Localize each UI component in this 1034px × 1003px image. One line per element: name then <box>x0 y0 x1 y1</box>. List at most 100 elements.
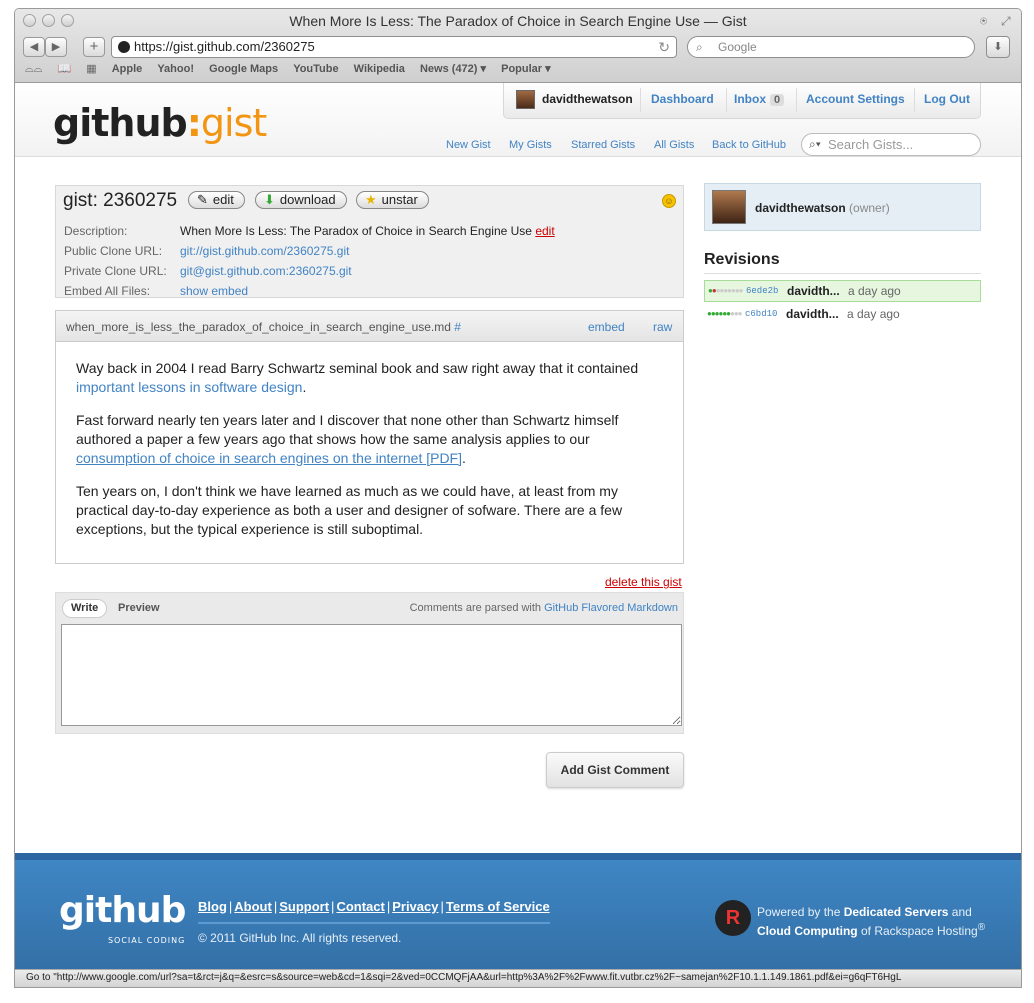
markdown-note: Comments are parsed with GitHub Flavored… <box>410 602 678 614</box>
file-header: when_more_is_less_the_paradox_of_choice_… <box>56 311 683 342</box>
bookmark-yahoo[interactable]: Yahoo! <box>157 63 194 75</box>
site-footer: github SOCIAL CODING Blog | About | Support | C… <box>15 853 1021 969</box>
dashboard-link[interactable]: Dashboard <box>651 92 714 106</box>
bookmark-google-maps[interactable]: Google Maps <box>209 63 278 75</box>
private-clone-label: Private Clone URL: <box>64 264 167 278</box>
public-clone-url[interactable]: git://gist.github.com/2360275.git <box>180 244 349 258</box>
logout-link[interactable]: Log Out <box>924 92 970 106</box>
footer-support-link[interactable]: Support <box>279 899 329 914</box>
bookmark-wikipedia[interactable]: Wikipedia <box>354 63 405 75</box>
file-anchor-link[interactable]: # <box>454 320 461 334</box>
bookmark-popular[interactable]: Popular ▾ <box>501 63 551 75</box>
footer-terms-link[interactable]: Terms of Service <box>446 899 550 914</box>
nav-my-gists[interactable]: My Gists <box>509 139 552 151</box>
powered-bold-2[interactable]: Cloud Computing <box>757 924 858 938</box>
gist-search-placeholder: Search Gists... <box>828 137 914 152</box>
description-edit-link[interactable]: edit <box>535 224 554 238</box>
revision-row[interactable]: ●●●●●●●●● c6bd10 davidth... a day ago <box>704 304 981 326</box>
github-gist-logo[interactable]: github:gist <box>53 101 267 145</box>
footer-privacy-link[interactable]: Privacy <box>392 899 438 914</box>
footer-contact-link[interactable]: Contact <box>336 899 384 914</box>
footer-blog-link[interactable]: Blog <box>198 899 227 914</box>
owner-role: (owner) <box>849 201 890 215</box>
github-footer-logo[interactable]: github SOCIAL CODING <box>59 893 186 958</box>
add-comment-button[interactable]: Add Gist Comment <box>546 752 684 788</box>
revision-author[interactable]: davidth... <box>786 304 839 324</box>
file-embed-link[interactable]: embed <box>588 320 625 334</box>
nav-all-gists[interactable]: All Gists <box>654 139 694 151</box>
search-icon: ⌕ <box>696 40 703 54</box>
new-tab-button[interactable]: + <box>83 37 105 57</box>
gist-search-input[interactable]: ⌕▾ Search Gists... <box>801 133 981 156</box>
back-button[interactable]: ◀ <box>23 37 45 57</box>
bookmark-apple[interactable]: Apple <box>112 63 143 75</box>
avatar[interactable] <box>516 90 535 109</box>
paragraph: Fast forward nearly ten years later and … <box>76 411 663 468</box>
powered-text-1: Powered by the <box>757 905 844 919</box>
embed-all-label: Embed All Files: <box>64 284 151 298</box>
gist-meta-panel: gist: 2360275 ✎ edit ⬇ download ★ unstar ☺ … <box>55 185 684 298</box>
divider <box>704 273 981 274</box>
bookmarks-icon[interactable]: 📖 <box>57 63 71 75</box>
bookmark-news[interactable]: News (472) ▾ <box>420 63 486 75</box>
fullscreen-icon[interactable]: ⤢ <box>1001 14 1011 29</box>
tab-write[interactable]: Write <box>62 599 108 618</box>
powered-by-text: Powered by the Dedicated Servers and Clou… <box>757 904 985 939</box>
software-design-link[interactable]: important lessons in software design <box>76 379 302 395</box>
unstar-button[interactable]: ★ unstar <box>356 191 429 209</box>
bookmark-youtube[interactable]: YouTube <box>293 63 338 75</box>
delete-gist-link[interactable]: delete this gist <box>605 575 682 589</box>
nav-back-to-github[interactable]: Back to GitHub <box>712 139 786 151</box>
file-raw-link[interactable]: raw <box>653 320 672 334</box>
browser-search-field[interactable]: ⌕ Google <box>687 36 975 58</box>
logo-colon: : <box>186 101 202 145</box>
file-name: when_more_is_less_the_paradox_of_choice_… <box>66 320 461 334</box>
avatar[interactable] <box>712 190 746 224</box>
footer-about-link[interactable]: About <box>234 899 272 914</box>
username[interactable]: davidthewatson <box>542 92 633 106</box>
smiley-icon: ☺ <box>662 194 676 208</box>
edit-button[interactable]: ✎ edit <box>188 191 245 209</box>
revision-author[interactable]: davidth... <box>787 281 840 301</box>
private-clone-url[interactable]: git@gist.github.com:2360275.git <box>180 264 352 278</box>
download-arrow-icon: ⬇ <box>264 192 275 207</box>
copyright: © 2011 GitHub Inc. All rights reserved. <box>198 931 402 945</box>
tab-preview[interactable]: Preview <box>118 602 160 614</box>
top-sites-icon[interactable]: ▦ <box>86 63 96 75</box>
account-settings-link[interactable]: Account Settings <box>806 92 905 106</box>
nav-starred-gists[interactable]: Starred Gists <box>571 139 635 151</box>
markdown-link[interactable]: GitHub Flavored Markdown <box>544 602 678 614</box>
browser-status-bar: Go to "http://www.google.com/url?sa=t&rc… <box>15 969 1021 987</box>
powered-bold-1[interactable]: Dedicated Servers <box>844 905 949 919</box>
reload-icon[interactable]: ↻ <box>658 37 670 57</box>
revision-sha[interactable]: 6ede2b <box>746 281 778 301</box>
divider <box>198 922 550 924</box>
show-embed-link[interactable]: show embed <box>180 284 248 298</box>
comment-textarea[interactable] <box>61 624 682 726</box>
forward-button[interactable]: ▶ <box>45 37 67 57</box>
description-text: When More Is Less: The Paradox of Choice… <box>180 224 532 238</box>
paragraph-text: Way back in 2004 I read Barry Schwartz s… <box>76 360 639 376</box>
nav-new-gist[interactable]: New Gist <box>446 139 491 151</box>
revision-row[interactable]: ●●●●●●●●● 6ede2b davidth... a day ago <box>704 280 981 302</box>
pdf-link[interactable]: consumption of choice in search engines … <box>76 450 462 466</box>
reading-list-icon[interactable]: ⌓⌓ <box>25 63 42 75</box>
gist-file: when_more_is_less_the_paradox_of_choice_… <box>55 310 684 564</box>
powered-text-2: and <box>948 905 972 919</box>
paragraph-text: Fast forward nearly ten years later and … <box>76 412 619 447</box>
revisions-title: Revisions <box>704 251 780 268</box>
inbox-link[interactable]: Inbox 0 <box>734 92 785 106</box>
owner-username[interactable]: davidthewatson <box>755 201 846 215</box>
lock-icon: ⍟ <box>980 14 988 28</box>
site-header: github:gist davidthewatson Dashboard Inb… <box>15 83 1021 157</box>
file-name-text: when_more_is_less_the_paradox_of_choice_… <box>66 320 451 334</box>
rackspace-logo-icon[interactable]: R <box>715 900 751 936</box>
inbox-count-badge: 0 <box>770 94 785 106</box>
downloads-button[interactable]: ⬇ <box>986 36 1010 58</box>
address-bar[interactable]: https://gist.github.com/2360275 ↻ <box>111 36 677 58</box>
search-icon: ⌕▾ <box>809 137 821 151</box>
file-content: Way back in 2004 I read Barry Schwartz s… <box>56 342 683 539</box>
download-button[interactable]: ⬇ download <box>255 191 347 209</box>
revision-sha[interactable]: c6bd10 <box>745 304 777 324</box>
inbox-label: Inbox <box>734 92 766 106</box>
